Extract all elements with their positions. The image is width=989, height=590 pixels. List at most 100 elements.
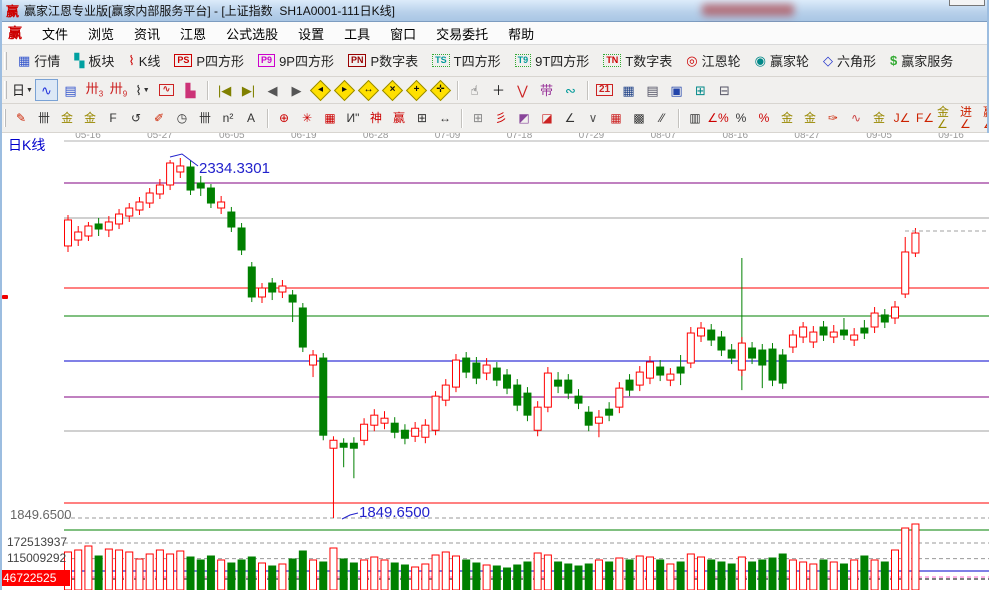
- tool-f-angle[interactable]: F∠: [914, 108, 936, 129]
- menu-item-8[interactable]: 交易委托: [426, 25, 498, 44]
- tool-pen-tool[interactable]: ✎: [10, 108, 32, 129]
- toolbar-grip[interactable]: [4, 109, 6, 127]
- tool-f-comb[interactable]: F: [102, 108, 124, 129]
- tool-hand-tool[interactable]: ☝: [463, 79, 486, 101]
- tool-zoom-plus[interactable]: +: [405, 79, 428, 101]
- tool-compass-cross[interactable]: ⊕: [273, 108, 295, 129]
- tool-zigzag-tool[interactable]: ∿: [35, 79, 58, 101]
- tool-calculator[interactable]: ▦: [617, 79, 640, 101]
- menu-item-5[interactable]: 设置: [288, 25, 334, 44]
- toolbar-button-kline[interactable]: ⌇K线: [121, 49, 167, 73]
- menu-item-4[interactable]: 公式选股: [216, 25, 288, 44]
- tool-zoom-right[interactable]: ▸: [333, 79, 356, 101]
- tool-j-angle[interactable]: J∠: [891, 108, 913, 129]
- toolbar-button-sectors[interactable]: ▚板块: [67, 49, 121, 73]
- tool-grid-123[interactable]: ⊞: [411, 108, 433, 129]
- tool-chip-tool[interactable]: 带: [535, 79, 558, 101]
- volume-bar: [555, 562, 562, 590]
- tool-save[interactable]: ▣: [665, 79, 688, 101]
- tool-angle-marks[interactable]: И": [342, 108, 364, 129]
- toolbar-button-9p-square[interactable]: P99P四方形: [251, 49, 341, 73]
- tool-zoom-left[interactable]: ◂: [309, 79, 332, 101]
- tool-crosshair-tool[interactable]: ＋: [487, 79, 510, 101]
- menu-item-7[interactable]: 窗口: [380, 25, 426, 44]
- tool-wave-tool[interactable]: ∾: [559, 79, 582, 101]
- tool-zoom-x[interactable]: ×: [381, 79, 404, 101]
- tool-clock-tool[interactable]: ◷: [171, 108, 193, 129]
- tool-pct-line[interactable]: %: [753, 108, 775, 129]
- tool-pct-angle[interactable]: ∠%: [707, 108, 729, 129]
- tool-gold-underline[interactable]: 金: [868, 108, 890, 129]
- tool-next-bar[interactable]: ▶: [285, 79, 308, 101]
- tool-comb-small[interactable]: 卌: [194, 108, 216, 129]
- tool-gold-angle[interactable]: 金∠: [937, 108, 959, 129]
- tool-gold-bars[interactable]: 金: [799, 108, 821, 129]
- toolbar-button-quotes[interactable]: ▦行情: [11, 49, 67, 73]
- tool-bars-3[interactable]: 卅3: [83, 79, 106, 101]
- tool-n-squared[interactable]: n²: [217, 108, 239, 129]
- tool-ying-tool[interactable]: 赢: [388, 108, 410, 129]
- toolbar-button-p-square[interactable]: PSP四方形: [167, 49, 251, 73]
- menu-item-9[interactable]: 帮助: [498, 25, 544, 44]
- tool-shen-tool[interactable]: 神: [365, 108, 387, 129]
- tool-ying-angle[interactable]: 赢∠: [983, 108, 987, 129]
- tool-histogram-tool[interactable]: ▙: [179, 79, 202, 101]
- toolbar-button-winner-wheel[interactable]: ◉赢家轮: [748, 49, 816, 73]
- menu-item-1[interactable]: 浏览: [78, 25, 124, 44]
- toolbar-button-t-square[interactable]: TST四方形: [425, 49, 507, 73]
- tool-zoom-all[interactable]: ✛: [429, 79, 452, 101]
- tool-spiral-tool[interactable]: ↺: [125, 108, 147, 129]
- tool-hist-bars[interactable]: ▥: [684, 108, 706, 129]
- toolbar-button-p-number-table[interactable]: PNP数字表: [341, 49, 425, 73]
- tool-gold-ring[interactable]: 金: [776, 108, 798, 129]
- toolbar-button-winner-service[interactable]: $赢家服务: [883, 49, 960, 73]
- toolbar-grip[interactable]: [4, 52, 7, 70]
- tool-grid-dark[interactable]: ▩: [628, 108, 650, 129]
- tool-web-grid[interactable]: ▦: [319, 108, 341, 129]
- tool-jin-angle[interactable]: 进∠: [960, 108, 982, 129]
- toolbar-grip[interactable]: [4, 81, 7, 99]
- tool-brush-tool[interactable]: ✐: [148, 108, 170, 129]
- tool-percent[interactable]: %: [730, 108, 752, 129]
- menu-item-2[interactable]: 资讯: [124, 25, 170, 44]
- tool-grid-red[interactable]: ▦: [605, 108, 627, 129]
- tool-gold-comb-2[interactable]: 金: [79, 108, 101, 129]
- tool-calendar[interactable]: 21: [593, 79, 616, 101]
- tool-network[interactable]: ⊞: [689, 79, 712, 101]
- menu-item-6[interactable]: 工具: [334, 25, 380, 44]
- chart-canvas[interactable]: 05-1605-2706-0506-1906-2807-0907-1807-29…: [2, 133, 989, 590]
- tool-zoom-h[interactable]: ↔: [357, 79, 380, 101]
- tool-notepad[interactable]: ▤: [641, 79, 664, 101]
- toolbar-button-t-number-table[interactable]: TNT数字表: [596, 49, 679, 73]
- toolbar-button-9t-square[interactable]: T99T四方形: [508, 49, 597, 73]
- tool-last-bar[interactable]: ▶|: [237, 79, 260, 101]
- menu-item-3[interactable]: 江恩: [170, 25, 216, 44]
- tool-parallel-lines[interactable]: ⁄⁄: [651, 108, 673, 129]
- tool-fan-red[interactable]: ◪: [536, 108, 558, 129]
- tool-red-rays[interactable]: 彡: [490, 108, 512, 129]
- tool-bars-9[interactable]: 卅9: [107, 79, 130, 101]
- tool-sketch-box[interactable]: ∿: [155, 79, 178, 101]
- tool-frame-grid[interactable]: ⊞: [467, 108, 489, 129]
- toolbar-button-gann-wheel[interactable]: ◎江恩轮: [679, 49, 747, 73]
- title-bar[interactable]: 赢 赢家江恩专业版[赢家内部服务平台] - [上证指数 SH1A0001-111…: [2, 0, 987, 22]
- toolbar-button-hexagon[interactable]: ◇六角形: [816, 49, 883, 73]
- tool-angle-lines[interactable]: ∠: [559, 108, 581, 129]
- tool-candle-tool[interactable]: ⌇▼: [131, 79, 154, 101]
- menu-item-0[interactable]: 文件: [32, 25, 78, 44]
- tool-span-arrows[interactable]: ↔: [434, 108, 456, 129]
- tool-list-tool[interactable]: ▤: [59, 79, 82, 101]
- tool-v-check[interactable]: ∨: [582, 108, 604, 129]
- tool-starburst[interactable]: ✳: [296, 108, 318, 129]
- tool-candle-pen[interactable]: ✑: [822, 108, 844, 129]
- tool-a-line[interactable]: A: [240, 108, 262, 129]
- tool-wave-a[interactable]: ∿: [845, 108, 867, 129]
- tool-comb-tool[interactable]: 卌: [33, 108, 55, 129]
- tool-v-measure[interactable]: ⋁: [511, 79, 534, 101]
- tool-prev-bar[interactable]: ◀: [261, 79, 284, 101]
- tool-gold-comb-1[interactable]: 金: [56, 108, 78, 129]
- tool-period-day[interactable]: 日▼: [11, 79, 34, 101]
- tool-first-bar[interactable]: |◀: [213, 79, 236, 101]
- tool-fan-purple[interactable]: ◩: [513, 108, 535, 129]
- tool-print[interactable]: ⊟: [713, 79, 736, 101]
